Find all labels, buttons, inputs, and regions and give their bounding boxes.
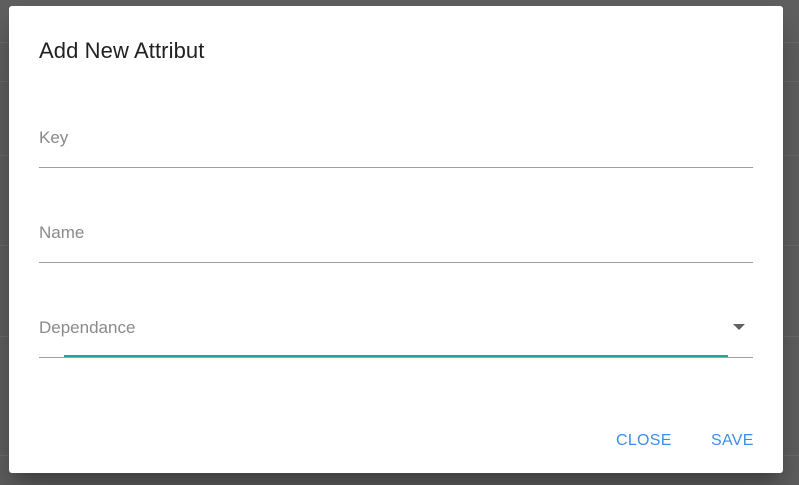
- name-field-label: Name: [39, 223, 85, 242]
- key-field-underline: [39, 167, 753, 168]
- add-attribute-dialog: Add New Attribut Key Name Dependance CLO…: [9, 6, 783, 473]
- name-field-underline: [39, 262, 753, 263]
- dependance-select[interactable]: Dependance: [39, 318, 753, 358]
- dependance-focus-indicator: [64, 355, 728, 357]
- save-button[interactable]: SAVE: [711, 432, 754, 450]
- dependance-select-underline: [39, 357, 753, 358]
- dependance-select-label: Dependance: [39, 318, 136, 337]
- arrow-drop-down-icon[interactable]: [733, 324, 745, 330]
- name-field[interactable]: Name: [39, 223, 753, 263]
- key-field[interactable]: Key: [39, 128, 753, 168]
- dialog-title: Add New Attribut: [39, 38, 205, 63]
- key-field-label: Key: [39, 128, 69, 147]
- close-button[interactable]: CLOSE: [616, 432, 672, 450]
